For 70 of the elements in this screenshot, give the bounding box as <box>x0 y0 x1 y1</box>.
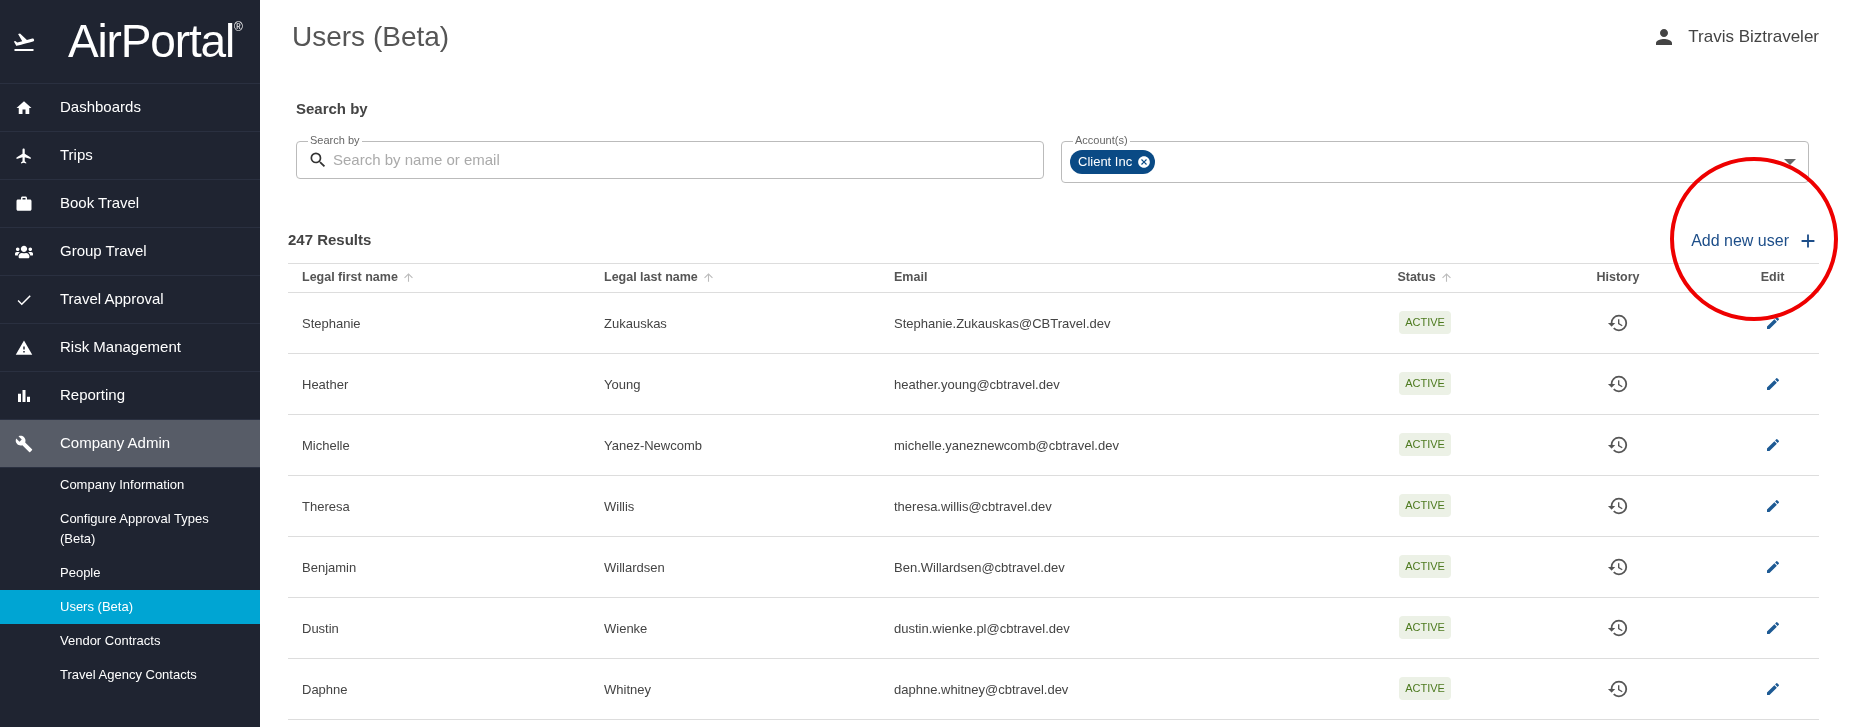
nav-item[interactable]: Travel Approval <box>0 276 260 324</box>
nav-item[interactable]: Book Travel <box>0 180 260 228</box>
nav-item[interactable]: Group Travel <box>0 228 260 276</box>
nav-subitem[interactable]: Vendor Contracts <box>0 624 260 658</box>
table-cell: Daphne <box>302 681 348 697</box>
sort-arrow-icon <box>401 271 415 284</box>
table-cell: Yanez-Newcomb <box>604 437 703 453</box>
table-cell: Dustin <box>302 620 339 636</box>
nav-item[interactable]: Risk Management <box>0 324 260 372</box>
column-header[interactable]: Legal first name <box>302 268 415 287</box>
table-cell: heather.young@cbtravel.dev <box>894 376 1060 392</box>
column-header[interactable]: Status <box>1397 268 1453 287</box>
status-badge: ACTIVE <box>1399 555 1451 578</box>
briefcase-icon <box>15 194 33 213</box>
status-badge: ACTIVE <box>1399 616 1451 639</box>
table-cell: daphne.whitney@cbtravel.dev <box>894 681 1069 697</box>
nav-subitem[interactable]: Travel Agency Contacts <box>0 658 260 692</box>
edit-icon[interactable] <box>1764 619 1781 636</box>
table-cell: Young <box>604 376 641 392</box>
table-cell: Stephanie.Zukauskas@CBTravel.dev <box>894 315 1111 331</box>
wrench-icon <box>15 434 33 453</box>
sort-arrow-icon <box>701 271 715 284</box>
table-cell: Zukauskas <box>604 315 667 331</box>
nav-item[interactable]: Dashboards <box>0 84 260 132</box>
status-badge: ACTIVE <box>1399 372 1451 395</box>
status-badge: ACTIVE <box>1399 494 1451 517</box>
brand-logo: AirPortal® <box>68 13 242 69</box>
column-header: History <box>1596 269 1640 287</box>
table-cell: theresa.willis@cbtravel.dev <box>894 498 1052 514</box>
field-label: Account(s) <box>1073 134 1130 146</box>
warning-icon <box>15 338 33 357</box>
airplane-icon <box>15 146 33 165</box>
nav-subitem[interactable]: Company Information <box>0 468 260 502</box>
nav-subitem[interactable]: Configure Approval Types (Beta) <box>0 502 260 556</box>
table-cell: Ben.Willardsen@cbtravel.dev <box>894 559 1065 575</box>
table-cell: Whitney <box>604 681 651 697</box>
table-cell: Benjamin <box>302 559 357 575</box>
dropdown-caret-icon <box>1784 158 1796 165</box>
field-label: Search by <box>308 134 362 146</box>
status-badge: ACTIVE <box>1399 433 1451 456</box>
table-cell: Willardsen <box>604 559 665 575</box>
nav-subitem[interactable]: People <box>0 556 260 590</box>
sort-arrow-icon <box>1439 271 1453 284</box>
table-cell: Willis <box>604 498 635 514</box>
results-count: 247 Results <box>288 230 372 251</box>
table-cell: michelle.yaneznewcomb@cbtravel.dev <box>894 437 1119 453</box>
section-heading: Search by <box>296 99 368 119</box>
nav-item[interactable]: Trips <box>0 132 260 180</box>
status-badge: ACTIVE <box>1399 311 1451 334</box>
table-cell: dustin.wienke.pl@cbtravel.dev <box>894 620 1070 636</box>
edit-icon[interactable] <box>1764 558 1781 575</box>
account-chip[interactable]: Client Inc <box>1070 149 1156 174</box>
edit-icon[interactable] <box>1764 436 1781 453</box>
edit-icon[interactable] <box>1764 680 1781 697</box>
edit-icon[interactable] <box>1764 497 1781 514</box>
column-header: Email <box>894 269 928 287</box>
page-title: Users (Beta) <box>292 20 450 54</box>
table-cell: Stephanie <box>302 315 361 331</box>
edit-icon[interactable] <box>1764 375 1781 392</box>
column-header[interactable]: Legal last name <box>604 268 715 287</box>
remove-icon <box>1137 154 1152 169</box>
column-header: Edit <box>1760 269 1785 287</box>
table-cell: Theresa <box>302 498 350 514</box>
table-cell: Michelle <box>302 437 350 453</box>
table-cell: Heather <box>302 376 349 392</box>
add-user-link[interactable]: Add new user <box>1691 228 1819 253</box>
status-badge: ACTIVE <box>1399 677 1451 700</box>
table-cell: Wienke <box>604 620 648 636</box>
user-name[interactable]: Travis Biztraveler <box>1688 24 1819 50</box>
nav-item[interactable]: Company Admin <box>0 420 260 468</box>
